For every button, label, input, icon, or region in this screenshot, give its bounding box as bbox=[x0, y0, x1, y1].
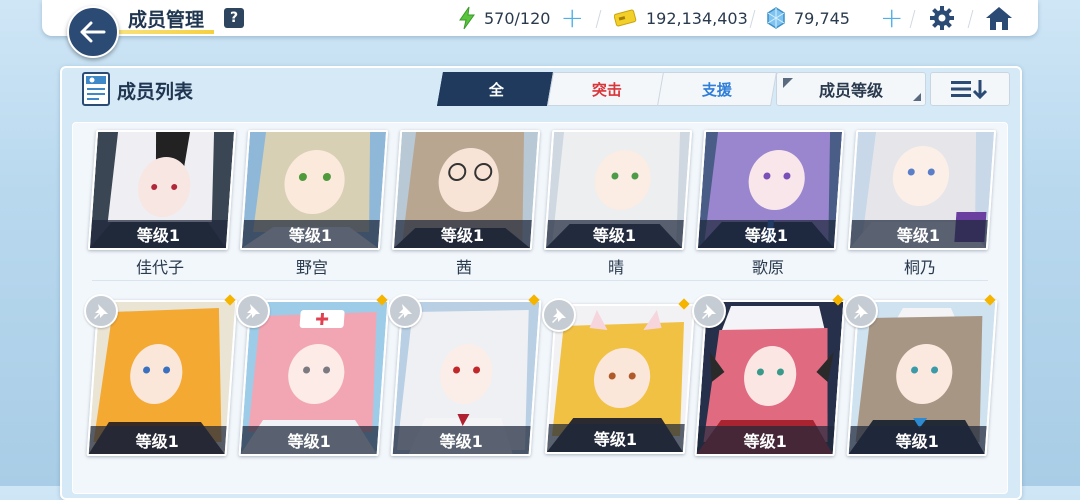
member-name: 野宫 bbox=[295, 258, 328, 277]
member-card[interactable]: 等级1 bbox=[239, 130, 389, 250]
pyroxene-resource: 79,745 + bbox=[766, 0, 903, 36]
level-label: 等级1 bbox=[289, 226, 333, 245]
settings-button[interactable] bbox=[929, 5, 955, 35]
member-name: 桐乃 bbox=[903, 258, 936, 277]
back-button[interactable] bbox=[67, 6, 119, 58]
tab-special[interactable]: 支援 bbox=[657, 72, 777, 106]
level-label: 等级1 bbox=[593, 226, 637, 245]
level-label: 等级1 bbox=[744, 432, 788, 451]
pin-icon bbox=[702, 304, 716, 319]
pin-icon bbox=[94, 304, 108, 319]
credit-resource: 192,134,403 bbox=[614, 0, 748, 36]
pin-button[interactable] bbox=[388, 294, 422, 328]
member-card[interactable]: 等级1 bbox=[543, 130, 693, 250]
back-arrow-icon bbox=[80, 21, 106, 43]
pyroxene-value: 79,745 bbox=[794, 8, 850, 28]
lightning-icon bbox=[459, 6, 475, 30]
level-label: 等级1 bbox=[440, 432, 484, 451]
row-divider bbox=[92, 280, 988, 281]
pin-icon bbox=[246, 304, 260, 319]
member-list-title: 成员列表 bbox=[117, 81, 194, 103]
ap-value: 570/120 bbox=[484, 8, 551, 28]
home-button[interactable] bbox=[984, 4, 1014, 36]
sort-descending-icon bbox=[951, 80, 988, 99]
tab-all[interactable]: 全 bbox=[437, 72, 557, 106]
ap-add-button[interactable]: + bbox=[560, 4, 583, 32]
page-title: 成员管理 bbox=[128, 9, 205, 31]
credit-value: 192,134,403 bbox=[646, 8, 748, 28]
pin-button[interactable] bbox=[236, 294, 270, 328]
member-card-icon bbox=[82, 72, 110, 106]
member-card[interactable]: 等级1 bbox=[87, 130, 237, 250]
pin-icon bbox=[854, 304, 868, 319]
sort-order-button[interactable] bbox=[930, 72, 1010, 106]
member-card[interactable]: 等级1 bbox=[695, 130, 845, 250]
member-card[interactable]: 等级1 bbox=[391, 130, 541, 250]
ap-resource: 570/120 + bbox=[458, 0, 584, 36]
pin-button[interactable] bbox=[692, 294, 726, 328]
gear-icon bbox=[930, 6, 954, 30]
member-name: 茜 bbox=[455, 258, 472, 277]
tab-striker[interactable]: 突击 bbox=[547, 72, 667, 106]
pin-icon bbox=[398, 304, 412, 319]
level-label: 等级1 bbox=[745, 226, 789, 245]
level-label: 等级1 bbox=[288, 432, 332, 451]
member-card[interactable]: 等级1 bbox=[847, 130, 997, 250]
level-label: 等级1 bbox=[137, 226, 181, 245]
pin-button[interactable] bbox=[84, 294, 118, 328]
member-name: 晴 bbox=[607, 258, 624, 277]
level-label: 等级1 bbox=[896, 432, 940, 451]
help-button[interactable]: ? bbox=[224, 8, 244, 28]
credit-card-icon bbox=[614, 9, 637, 27]
level-label: 等级1 bbox=[441, 226, 485, 245]
sort-label: 成员等级 bbox=[818, 81, 883, 100]
level-label: 等级1 bbox=[136, 432, 180, 451]
pyroxene-add-button[interactable]: + bbox=[880, 4, 903, 32]
member-name: 歌原 bbox=[751, 258, 784, 277]
sort-select[interactable]: 成员等级 bbox=[776, 72, 926, 106]
pyroxene-crystal-icon bbox=[767, 7, 785, 29]
pin-icon bbox=[552, 308, 566, 323]
corner-triangle-icon bbox=[913, 93, 921, 101]
corner-triangle-icon bbox=[783, 78, 793, 88]
pin-button[interactable] bbox=[542, 298, 576, 332]
level-label: 等级1 bbox=[897, 226, 941, 245]
home-icon bbox=[986, 7, 1012, 30]
level-label: 等级1 bbox=[594, 430, 638, 449]
member-name: 佳代子 bbox=[135, 258, 184, 277]
pin-button[interactable] bbox=[844, 294, 878, 328]
